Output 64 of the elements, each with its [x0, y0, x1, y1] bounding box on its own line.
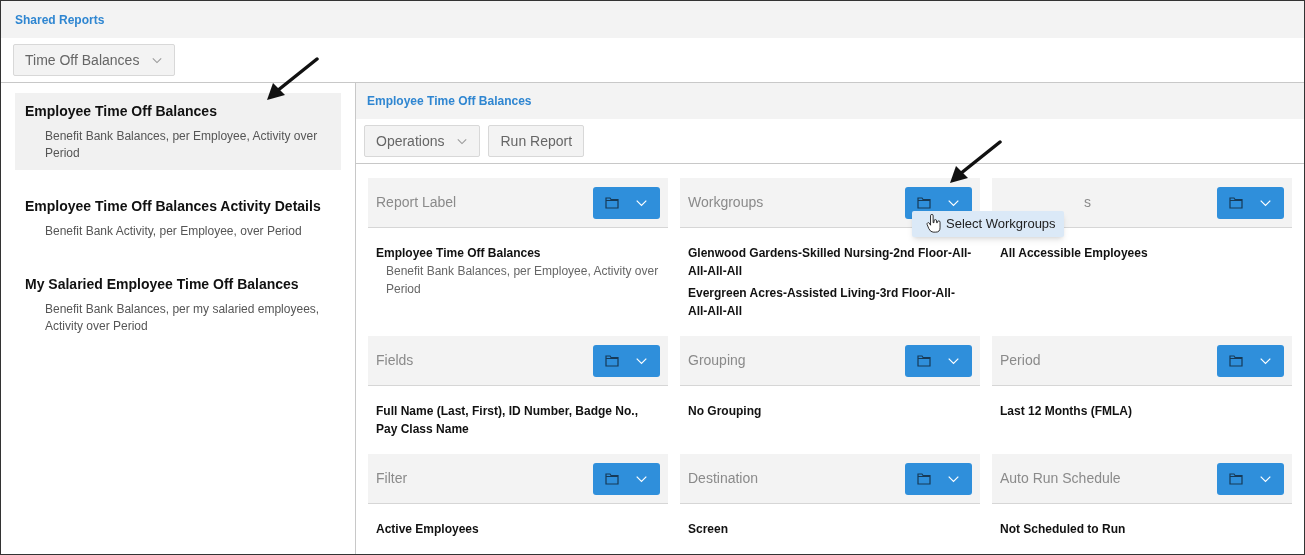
card-title: Grouping: [688, 351, 746, 370]
card-title: Report Label: [376, 193, 457, 212]
card-title: Fields: [376, 351, 414, 370]
card-value: Full Name (Last, First), ID Number, Badge No., Pay Class Name: [376, 403, 640, 438]
card-title: Destination: [688, 469, 759, 488]
folder-dropdown-button[interactable]: [593, 462, 660, 495]
chevron-down-icon: [456, 137, 469, 145]
folder-icon: [1229, 354, 1243, 367]
operations-dropdown[interactable]: Operations: [364, 125, 481, 157]
menu-item[interactable]: Select Workgroups: [946, 214, 1056, 234]
category-dropdown[interactable]: Time Off Balances: [13, 44, 176, 76]
folder-icon: [917, 196, 931, 209]
card-value: Employee Time Off Balances: [376, 245, 542, 262]
folder-dropdown-button[interactable]: [1217, 186, 1284, 219]
folder-icon: [917, 472, 931, 485]
card-value: Last 12 Months (FMLA): [1000, 403, 1133, 420]
folder-dropdown-button[interactable]: [1217, 344, 1284, 377]
chevron-down-icon: [635, 198, 648, 207]
folder-icon: [605, 472, 619, 485]
chevron-down-icon: [1259, 474, 1272, 483]
report-description: Benefit Bank Balances, per Employee, Activity over Period: [44, 128, 319, 162]
chevron-down-icon: [947, 474, 960, 483]
card-title: Auto Run Schedule: [1000, 469, 1121, 488]
card-value: Evergreen Acres-Assisted Living-3rd Floor-All-All-All-All: [688, 285, 956, 320]
folder-icon: [1229, 196, 1243, 209]
run-report-button[interactable]: Run Report: [488, 125, 585, 157]
card-description: Benefit Bank Balances, per Employee, Activity over Period: [385, 263, 660, 298]
report-title: Employee Time Off Balances Activity Details: [25, 197, 322, 216]
folder-dropdown-button[interactable]: [593, 344, 660, 377]
card-title: Filter: [376, 469, 408, 488]
report-description: Benefit Bank Activity, per Employee, over Period: [44, 223, 303, 240]
card-value: Not Scheduled to Run: [1000, 521, 1127, 538]
chevron-down-icon: [947, 356, 960, 365]
card-value: No Grouping: [688, 403, 763, 420]
folder-dropdown-button[interactable]: [905, 462, 972, 495]
chevron-down-icon: [151, 56, 164, 64]
report-list-item[interactable]: Employee Time Off Balances Benefit Bank Balances, per Employee, Activity over Period: [15, 93, 341, 170]
chevron-down-icon: [947, 198, 960, 207]
hand-cursor-icon: [926, 214, 942, 233]
report-title: My Salaried Employee Time Off Balances: [25, 275, 300, 294]
folder-icon: [605, 196, 619, 209]
chevron-down-icon: [635, 356, 648, 365]
card-value: Glenwood Gardens-Skilled Nursing-2nd Floor-All-All-All-All: [688, 245, 972, 280]
folder-dropdown-button[interactable]: [593, 186, 660, 219]
arrow-icon: [265, 57, 319, 103]
card-title: s: [1083, 193, 1091, 212]
chevron-down-icon: [1259, 198, 1272, 207]
chevron-down-icon: [1259, 356, 1272, 365]
chevron-down-icon: [635, 474, 648, 483]
folder-icon: [917, 354, 931, 367]
card-value: All Accessible Employees: [1000, 245, 1149, 262]
folder-icon: [1229, 472, 1243, 485]
arrow-icon: [948, 140, 1002, 186]
card-value: Active Employees: [376, 521, 480, 538]
card-title: Period: [1000, 351, 1041, 370]
report-heading: Employee Time Off Balances: [367, 93, 532, 110]
folder-icon: [605, 354, 619, 367]
report-title: Employee Time Off Balances: [25, 102, 218, 121]
card-value: Screen: [688, 521, 730, 538]
folder-dropdown-button[interactable]: [905, 344, 972, 377]
folder-dropdown-button[interactable]: [1217, 462, 1284, 495]
card-title: Workgroups: [688, 193, 764, 212]
report-description: Benefit Bank Balances, per my salaried employees, Activity over Period: [44, 301, 321, 335]
page-title: Shared Reports: [15, 11, 105, 29]
